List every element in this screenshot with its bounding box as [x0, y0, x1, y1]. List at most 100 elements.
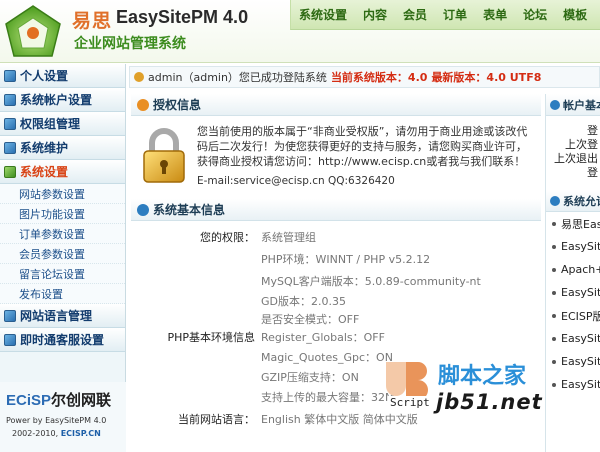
- sidebar-item-language-management[interactable]: 网站语言管理: [0, 304, 125, 328]
- panel-title: 帐户基本: [563, 98, 600, 112]
- sidebar-item-account-settings[interactable]: 系统帐户设置: [0, 88, 125, 112]
- sidebar-item-label: 系统帐户设置: [20, 93, 93, 107]
- panel-header: 授权信息: [131, 94, 541, 116]
- module-item[interactable]: 易思Eas: [546, 212, 600, 235]
- info-value: 系统管理组: [261, 231, 316, 244]
- bullet-icon: [552, 313, 556, 318]
- footer-brand-en: ECiSP: [6, 392, 52, 409]
- nav-orders[interactable]: 订单: [435, 6, 475, 23]
- nav-forms[interactable]: 表单: [475, 6, 515, 23]
- sidebar-subitem[interactable]: 订单参数设置: [0, 224, 125, 244]
- info-value: MySQL客户端版本：5.0.89-community-nt: [261, 275, 481, 288]
- nav-members[interactable]: 会员: [395, 6, 435, 23]
- user-icon: [550, 99, 560, 110]
- sidebar-item-label: 网站语言管理: [20, 309, 93, 323]
- module-label: EasySite: [561, 240, 600, 253]
- folder-open-icon: [4, 165, 16, 178]
- latest-version: 最新版本：4.0 UTF8: [431, 71, 542, 84]
- info-value: 是否安全模式：OFF: [261, 313, 360, 326]
- easysite-logo-icon: [5, 5, 61, 57]
- account-line: 登: [587, 166, 598, 179]
- modules-header: 系统允许: [546, 190, 600, 212]
- sidebar-item-system-maintenance[interactable]: 系统维护: [0, 136, 125, 160]
- app-header: 易思 EasySitePM 4.0 企业网站管理系统 系统设置 内容 会员 订单…: [0, 0, 600, 63]
- sidebar-subitem[interactable]: 会员参数设置: [0, 244, 125, 264]
- account-line: 上次退出: [554, 152, 598, 165]
- footer-brand: ECiSP尔创网联: [6, 389, 111, 410]
- nav-forum[interactable]: 论坛: [515, 6, 555, 23]
- nav-content[interactable]: 内容: [355, 6, 395, 23]
- folder-icon: [4, 69, 16, 82]
- info-label: 您的权限：: [200, 231, 255, 244]
- info-row: PHP基本环境信息 Register_Globals：OFF: [131, 329, 541, 349]
- module-label: Apach+P: [561, 263, 600, 276]
- account-info-header: 帐户基本: [546, 94, 600, 116]
- sidebar-item-personal-settings[interactable]: 个人设置: [0, 64, 125, 88]
- panel-title: 系统允许: [563, 194, 600, 208]
- module-item[interactable]: Apach+P: [546, 258, 600, 281]
- sidebar-item-label: 权限组管理: [20, 117, 81, 131]
- info-icon: [137, 98, 149, 111]
- sidebar-subitem[interactable]: 网站参数设置: [0, 184, 125, 204]
- sidebar-item-im-support[interactable]: 即时通客服设置: [0, 328, 125, 352]
- module-item[interactable]: EasySite: [546, 235, 600, 258]
- info-icon: [137, 203, 149, 216]
- folder-icon: [4, 93, 16, 106]
- brand-chinese: 易思: [72, 10, 113, 32]
- info-row: GD版本：2.0.35: [131, 293, 541, 313]
- welcome-text: admin（admin）您已成功登陆系统: [148, 71, 327, 84]
- watermark-site-name: 脚本之家: [438, 364, 527, 389]
- info-value: 支持上传的最大容量：32M: [261, 391, 395, 404]
- info-value: Register_Globals：OFF: [261, 331, 385, 344]
- brand-subtitle: 企业网站管理系统: [74, 36, 186, 52]
- sidebar-item-label: 系统设置: [20, 165, 69, 179]
- authorization-panel: 授权信息 您当前使用的版本属于“非商业受权版”，请勿用于商业用途或该改代码后二次…: [131, 94, 541, 194]
- info-value: PHP环境：WINNT / PHP v5.2.12: [261, 253, 431, 266]
- sidebar-subitem[interactable]: 发布设置: [0, 284, 125, 304]
- info-row: 是否安全模式：OFF: [131, 311, 541, 331]
- module-item[interactable]: EasySite: [546, 327, 600, 350]
- info-value: GD版本：2.0.35: [261, 295, 346, 308]
- info-value: GZIP压缩支持：ON: [261, 371, 359, 384]
- account-line: 上次登: [565, 138, 598, 151]
- nav-system-settings[interactable]: 系统设置: [291, 6, 355, 23]
- sidebar-item-label: 个人设置: [20, 69, 69, 83]
- watermark-site-url: jb51.net: [436, 390, 543, 414]
- module-label: EasySite: [561, 332, 600, 345]
- footer-power-text: Power by EasySitePM 4.0: [6, 416, 107, 425]
- info-row: PHP环境：WINNT / PHP v5.2.12: [131, 251, 541, 271]
- module-item[interactable]: ECISP版: [546, 304, 600, 327]
- folder-icon: [4, 141, 16, 154]
- footer-copyright: 2002-2010, ECISP.CN: [12, 429, 101, 438]
- sidebar-subitem[interactable]: 图片功能设置: [0, 204, 125, 224]
- account-line: 登: [587, 124, 598, 137]
- sidebar-item-permission-groups[interactable]: 权限组管理: [0, 112, 125, 136]
- info-label: PHP基本环境信息: [167, 331, 255, 344]
- sidebar-item-system-settings[interactable]: 系统设置: [0, 160, 125, 184]
- top-navigation: 系统设置 内容 会员 订单 表单 论坛 模板: [290, 0, 600, 30]
- bullet-icon: [552, 290, 556, 295]
- watermark-script-label: Script: [388, 396, 432, 409]
- folder-icon: [4, 333, 16, 346]
- footer-link[interactable]: ECISP.CN: [61, 429, 101, 438]
- footer-brand-cn: 尔创网联: [51, 392, 112, 409]
- folder-icon: [4, 117, 16, 130]
- module-icon: [550, 195, 560, 206]
- welcome-bar: admin（admin）您已成功登陆系统 当前系统版本：4.0 最新版本：4.0…: [129, 66, 600, 88]
- sidebar-item-label: 即时通客服设置: [20, 333, 105, 347]
- info-row: MySQL客户端版本：5.0.89-community-nt: [131, 273, 541, 293]
- module-label: EasySite: [561, 286, 600, 299]
- brand-english: EasySitePM 4.0: [116, 7, 249, 27]
- nav-templates[interactable]: 模板: [555, 6, 595, 23]
- lock-icon: [143, 128, 185, 183]
- module-label: ECISP版: [561, 309, 600, 323]
- module-item[interactable]: EasySite: [546, 281, 600, 304]
- bullet-icon: [552, 336, 556, 341]
- bullet-icon: [552, 221, 556, 226]
- folder-icon: [4, 309, 16, 322]
- sidebar-subitem[interactable]: 留言论坛设置: [0, 264, 125, 284]
- sidebar-footer: ECiSP尔创网联 Power by EasySitePM 4.0 2002-2…: [0, 382, 126, 452]
- contact-info: E-mail:service@ecisp.cn QQ:6326420: [197, 175, 395, 187]
- info-row: 您的权限： 系统管理组: [131, 229, 541, 249]
- watermark: Script 脚本之家 jb51.net: [382, 352, 600, 452]
